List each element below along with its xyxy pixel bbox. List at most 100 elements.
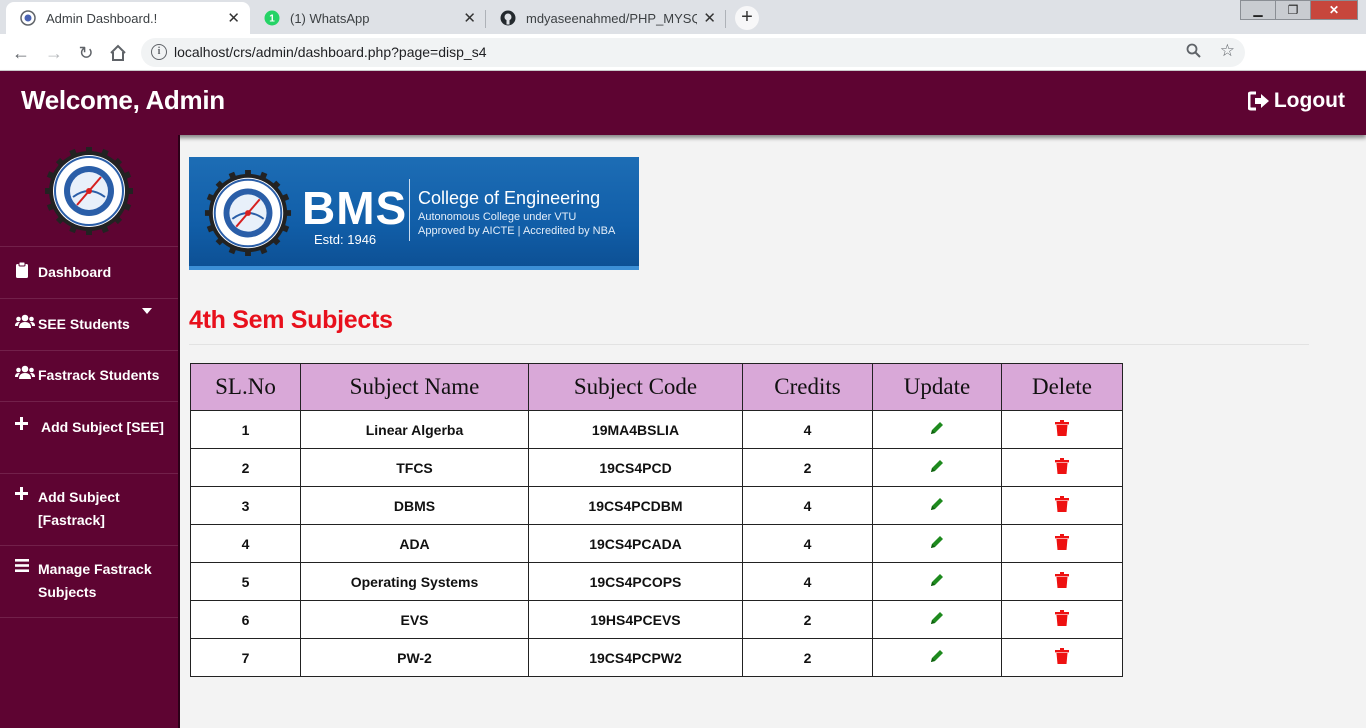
cell-sl-no: 5 — [190, 562, 301, 601]
pencil-icon[interactable] — [929, 574, 945, 591]
cell-subject-name: EVS — [300, 600, 529, 639]
browser-tab-whatsapp[interactable]: 1 (1) WhatsApp ✕ — [250, 2, 486, 34]
cell-subject-name: DBMS — [300, 486, 529, 525]
college-banner: BMS Estd: 1946 College of Engineering Au… — [189, 157, 639, 270]
browser-tab-bar: Admin Dashboard.! ✕ 1 (1) WhatsApp ✕ mdy… — [0, 0, 1366, 34]
trash-icon[interactable] — [1055, 496, 1069, 515]
cell-credits: 4 — [742, 562, 873, 601]
pencil-icon[interactable] — [929, 460, 945, 477]
url-field[interactable]: i localhost/crs/admin/dashboard.php?page… — [141, 38, 1245, 67]
cell-subject-name: ADA — [300, 524, 529, 563]
cell-subject-code: 19HS4PCEVS — [528, 600, 743, 639]
cell-delete — [1001, 410, 1123, 449]
browser-tab-github[interactable]: mdyaseenahmed/PHP_MYSQL_E ✕ — [486, 2, 726, 34]
url-text: localhost/crs/admin/dashboard.php?page=d… — [174, 44, 487, 60]
column-header: Subject Code — [528, 363, 743, 411]
close-tab-icon[interactable]: ✕ — [703, 11, 716, 26]
table-header-row: SL.No Subject Name Subject Code Credits … — [190, 363, 1123, 411]
cell-delete — [1001, 638, 1123, 677]
sidebar-item-label: SEE Students — [38, 316, 130, 332]
new-tab-button[interactable]: + — [735, 6, 759, 30]
minimize-button[interactable]: ▁ — [1240, 0, 1276, 20]
trash-icon[interactable] — [1055, 572, 1069, 591]
trash-icon[interactable] — [1055, 420, 1069, 439]
sidebar-item-label: Manage Fastrack Subjects — [38, 561, 152, 600]
sidebar-item-label: Dashboard — [38, 264, 112, 280]
cell-subject-code: 19CS4PCADA — [528, 524, 743, 563]
pencil-icon[interactable] — [929, 422, 945, 439]
table-row: 5 Operating Systems 19CS4PCOPS 4 — [190, 562, 1123, 601]
sidebar-item-manage-fastrack[interactable]: Manage Fastrack Subjects — [0, 546, 178, 618]
table-row: 7 PW-2 19CS4PCPW2 2 — [190, 638, 1123, 677]
pencil-icon[interactable] — [929, 650, 945, 667]
cell-subject-code: 19CS4PCD — [528, 448, 743, 487]
sidebar-item-add-subject-fastrack[interactable]: Add Subject [Fastrack] — [0, 474, 178, 546]
cell-update — [872, 638, 1002, 677]
cell-credits: 4 — [742, 524, 873, 563]
back-arrow-icon[interactable]: ← — [9, 41, 33, 65]
cell-sl-no: 7 — [190, 638, 301, 677]
bookmark-star-icon[interactable]: ☆ — [1220, 41, 1235, 61]
pencil-icon[interactable] — [929, 498, 945, 515]
cell-delete — [1001, 448, 1123, 487]
browser-tab-admin[interactable]: Admin Dashboard.! ✕ — [6, 2, 250, 34]
home-icon[interactable] — [106, 41, 130, 65]
info-icon[interactable]: i — [151, 44, 167, 60]
address-bar: ← → ↻ i localhost/crs/admin/dashboard.ph… — [0, 34, 1366, 97]
banner-line-2: Approved by AICTE | Accredited by NBA — [418, 225, 616, 237]
sidebar-item-add-subject-see[interactable]: Add Subject [SEE] — [0, 402, 178, 474]
close-window-button[interactable]: ✕ — [1310, 0, 1358, 20]
cell-sl-no: 4 — [190, 524, 301, 563]
cell-update — [872, 486, 1002, 525]
column-header: Delete — [1001, 363, 1123, 411]
logout-button[interactable]: Logout — [1247, 89, 1345, 113]
sidebar-item-fastrack-students[interactable]: Fastrack Students — [0, 351, 178, 402]
cell-subject-name: Linear Algerba — [300, 410, 529, 449]
sidebar-item-see-students[interactable]: SEE Students — [0, 299, 178, 351]
pencil-icon[interactable] — [929, 536, 945, 553]
cell-credits: 4 — [742, 486, 873, 525]
trash-icon[interactable] — [1055, 610, 1069, 629]
table-row: 1 Linear Algerba 19MA4BSLIA 4 — [190, 410, 1123, 449]
sidebar: Dashboard SEE Students Fastrack Students… — [0, 135, 180, 728]
cell-subject-code: 19CS4PCPW2 — [528, 638, 743, 677]
cell-update — [872, 600, 1002, 639]
forward-arrow-icon[interactable]: → — [42, 41, 66, 65]
banner-estd: Estd: 1946 — [314, 232, 377, 247]
trash-icon[interactable] — [1055, 648, 1069, 667]
column-header: Update — [872, 363, 1002, 411]
welcome-title: Welcome, Admin — [21, 85, 225, 115]
banner-line-1: Autonomous College under VTU — [418, 211, 577, 223]
close-tab-icon[interactable]: ✕ — [227, 11, 240, 26]
sidebar-item-label: Fastrack Students — [38, 367, 160, 383]
globe-icon — [20, 10, 36, 26]
table-row: 2 TFCS 19CS4PCD 2 — [190, 448, 1123, 487]
users-icon — [15, 314, 35, 331]
cell-update — [872, 410, 1002, 449]
zoom-icon[interactable] — [1186, 43, 1201, 62]
bms-seal-logo — [204, 169, 292, 257]
cell-sl-no: 1 — [190, 410, 301, 449]
cell-subject-code: 19CS4PCOPS — [528, 562, 743, 601]
logout-label: Logout — [1273, 89, 1345, 112]
close-tab-icon[interactable]: ✕ — [463, 11, 476, 26]
bms-seal-logo — [45, 146, 133, 235]
pencil-icon[interactable] — [929, 612, 945, 629]
reload-icon[interactable]: ↻ — [74, 41, 98, 65]
whatsapp-icon: 1 — [264, 10, 280, 26]
maximize-button[interactable]: ❐ — [1275, 0, 1311, 20]
cell-subject-name: TFCS — [300, 448, 529, 487]
tab-title: Admin Dashboard.! — [46, 10, 158, 26]
chevron-down-icon[interactable] — [142, 308, 152, 314]
cell-subject-name: PW-2 — [300, 638, 529, 677]
banner-divider — [409, 179, 410, 241]
svg-text:1: 1 — [269, 14, 275, 25]
cell-credits: 2 — [742, 448, 873, 487]
sidebar-item-dashboard[interactable]: Dashboard — [0, 247, 178, 299]
trash-icon[interactable] — [1055, 458, 1069, 477]
cell-credits: 2 — [742, 600, 873, 639]
banner-college: College of Engineering — [418, 188, 601, 208]
window-controls: ▁ ❐ ✕ — [1240, 0, 1358, 20]
trash-icon[interactable] — [1055, 534, 1069, 553]
app-header: Welcome, Admin Logout — [0, 71, 1366, 135]
